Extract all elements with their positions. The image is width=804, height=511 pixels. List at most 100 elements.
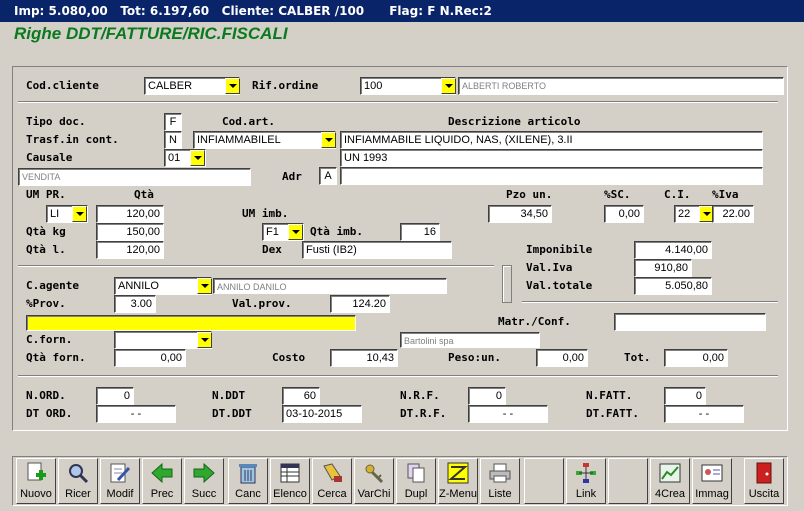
forn-label: C.forn. [26,333,73,346]
qta-imb-label: Qtà imb. [310,225,363,238]
link-tree-icon [576,463,596,483]
liste-button[interactable]: Liste [480,458,520,504]
um-dropdown-icon[interactable] [72,206,87,222]
modif-button[interactable]: Modif [100,458,140,504]
n-fatt-field[interactable]: 0 [664,387,706,405]
cod-art-dropdown-icon[interactable] [321,132,336,148]
modif-label: Modif [106,488,134,500]
imp-value: 5.080,00 [48,4,108,18]
prec-button[interactable]: Prec [142,458,182,504]
immag-label: Immag [695,488,729,500]
succ-button[interactable]: Succ [184,458,224,504]
descr-field-1[interactable]: INFIAMMABILE LIQUIDO, NAS, (XILENE), 3.I… [340,131,763,149]
trash-icon [239,464,257,484]
ci-label: C.I. [664,188,691,201]
qta-l-field[interactable]: 120,00 [96,241,164,259]
imp-label: Imp: [14,4,45,18]
cod-art-field[interactable]: INFIAMMABILEL [193,131,336,149]
val-iva-label: Val.Iva [526,261,573,274]
forn-name-field: Bartolini spa [400,332,540,348]
z-menu-button[interactable]: Z-Menu [438,458,478,504]
dt-ddt-field[interactable]: 03-10-2015 [282,405,362,423]
iva-label: %Iva [712,188,739,201]
val-prov-field[interactable]: 124.20 [330,295,390,313]
qta-imb-field[interactable]: 16 [400,223,440,241]
list-table-icon [280,463,300,483]
dt-ord-field[interactable]: - - [96,405,176,423]
prov-field[interactable]: 3.00 [114,295,156,313]
agente-label: C.agente [26,279,79,292]
splitter-handle[interactable] [502,265,512,303]
tot-label: Tot: [120,4,146,18]
um-imb-dropdown-icon[interactable] [288,224,303,240]
uscita-button[interactable]: Uscita [744,458,784,504]
cliente-value: CALBER /100 [278,4,365,18]
link-label: Link [575,488,597,500]
empty-button[interactable] [524,458,564,504]
forn-dropdown-icon[interactable] [197,332,212,348]
z-menu-label: Z-Menu [439,488,477,500]
dex-field[interactable]: Fusti (IB2) [302,241,452,259]
crea4-button[interactable]: 4Crea [650,458,690,504]
highlight-field[interactable] [26,315,356,331]
pzo-un-field[interactable]: 34,50 [488,205,552,223]
divider [18,265,494,267]
qta-kg-field[interactable]: 150,00 [96,223,164,241]
tot-value: 6.197,60 [149,4,210,18]
cod-cliente-label: Cod.cliente [26,79,99,92]
agente-name-field: ANNILO DANILO [213,278,447,294]
n-rf-field[interactable]: 0 [468,387,506,405]
descr-field-2[interactable]: UN 1993 [340,149,763,167]
qta-l-label: Qtà l. [26,243,66,256]
iva-field[interactable]: 22.00 [712,205,754,223]
immag-button[interactable]: Immag [692,458,732,504]
printer-icon [489,463,511,483]
rif-ordine-dropdown-icon[interactable] [441,78,456,94]
dupl-button[interactable]: Dupl [396,458,436,504]
causale-dropdown-icon[interactable] [190,150,205,166]
costo-field[interactable]: 10,43 [330,349,398,367]
prec-label: Prec [150,488,174,500]
causale-label: Causale [26,151,73,164]
empty-button[interactable] [608,458,648,504]
agente-dropdown-icon[interactable] [197,278,212,294]
ricer-label: Ricer [65,488,91,500]
n-ord-field[interactable]: 0 [96,387,134,405]
qta-forn-label: Qtà forn. [26,351,86,364]
adr-field[interactable]: A [319,167,337,185]
duplicate-icon [407,463,425,483]
ricer-button[interactable]: Ricer [58,458,98,504]
tot-forn-field[interactable]: 0,00 [664,349,728,367]
status-bar: Imp: 5.080,00 Tot: 6.197,60 Cliente: CAL… [0,0,804,22]
image-card-icon [701,464,723,482]
trasf-field[interactable]: N [164,131,182,149]
flag-value: F [427,4,436,18]
dt-fatt-field[interactable]: - - [664,405,744,423]
divider [18,101,778,103]
dt-rf-field[interactable]: - - [468,405,548,423]
imponibile-label: Imponibile [526,243,593,256]
nrec-label: N.Rec: [439,4,484,18]
dt-fatt-label: DT.FATT. [586,407,639,420]
varchi-label: VarChi [357,488,391,500]
sc-field[interactable]: 0,00 [604,205,644,223]
qta-field[interactable]: 120,00 [96,205,164,223]
um-pr-label: UM PR. [26,188,66,201]
dt-ddt-label: DT.DDT [212,407,252,420]
descr-articolo-label: Descrizione articolo [448,115,581,128]
cod-cliente-dropdown-icon[interactable] [225,78,240,94]
n-ddt-field[interactable]: 60 [282,387,320,405]
search-icon [69,464,89,484]
nuovo-button[interactable]: Nuovo [16,458,56,504]
arrow-right-icon [193,462,215,484]
link-button[interactable]: Link [566,458,606,504]
adr-descr-field[interactable] [340,167,763,185]
varchi-button[interactable]: VarChi [354,458,394,504]
elenco-button[interactable]: Elenco [270,458,310,504]
qta-forn-field[interactable]: 0,00 [114,349,186,367]
cerca-button[interactable]: Cerca [312,458,352,504]
canc-button[interactable]: Canc [228,458,268,504]
matr-conf-field[interactable] [614,313,766,331]
peso-field[interactable]: 0,00 [536,349,588,367]
tipo-doc-field[interactable]: F [164,113,182,131]
